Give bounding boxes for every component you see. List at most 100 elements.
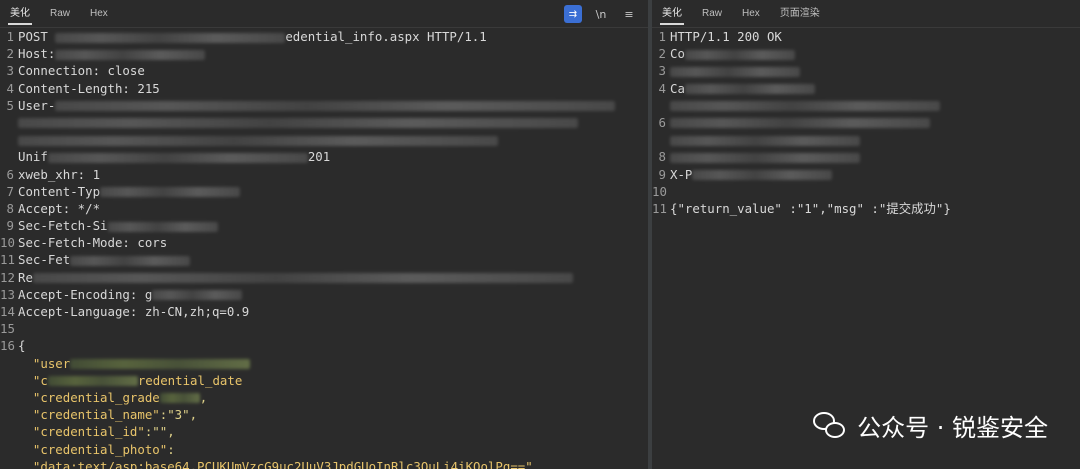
line-text: "c redential_date (14, 372, 242, 389)
code-line: "credential_id":"", (0, 423, 648, 440)
wechat-icon (813, 411, 847, 440)
line-text: xweb_xhr: 1 (14, 166, 100, 183)
line-number: 10 (0, 235, 15, 251)
code-line: 9 Sec-Fetch-Si (0, 217, 648, 234)
line-number: 10 (652, 183, 667, 199)
line-number: 3 (6, 63, 14, 79)
code-line: "credential_grade, (0, 389, 648, 406)
code-line: 5 User- (0, 97, 648, 114)
line-text: Host: (14, 45, 206, 62)
line-text: Accept: */* (14, 200, 100, 217)
line-number: 14 (0, 304, 15, 319)
text-span: Ca (670, 80, 685, 96)
line-text: "credential_id":"", (14, 423, 175, 440)
line-number: 3 (658, 63, 666, 79)
redacted-blur (47, 376, 138, 387)
redacted-blur (159, 393, 200, 404)
text-span: Re (18, 269, 33, 285)
line-text: Sec-Fetch-Mode: cors (14, 234, 167, 251)
text-span: {"return_value" :"1","msg" :"提交成功"} (670, 200, 951, 216)
redacted-blur (55, 101, 616, 112)
text-span (18, 459, 33, 469)
code-line: 4 Content-Length: 215 (0, 80, 648, 97)
watermark-text: 公众号 · 锐鉴安全 (857, 414, 1048, 442)
redacted-blur (18, 135, 498, 146)
tab-pretty[interactable]: 美化 (0, 0, 40, 28)
text-span: : (167, 441, 175, 457)
request-toolbar: ⇉ \n ≡ (564, 0, 638, 28)
line-text (666, 183, 670, 200)
redacted-blur (70, 359, 251, 370)
code-line (652, 131, 1080, 148)
code-line: 9 X-P (652, 166, 1080, 183)
line-number: 7 (6, 183, 14, 199)
line-text (666, 62, 800, 79)
wrap-lines-icon[interactable]: ⇉ (564, 5, 582, 23)
text-span: edential_info.aspx HTTP/1.1 (285, 29, 487, 44)
response-tabbar: 美化 Raw Hex 页面渲染 (652, 0, 1080, 28)
line-text: Accept-Encoding: g (14, 286, 243, 303)
tab-render[interactable]: 页面渲染 (770, 0, 830, 28)
line-number (652, 131, 666, 148)
text-span (18, 407, 33, 422)
tab-hex[interactable]: Hex (80, 0, 118, 28)
text-span: Content-Length: 215 (18, 80, 160, 96)
redacted-blur (70, 255, 191, 266)
text-span: :"", (144, 424, 175, 440)
line-number (0, 458, 14, 469)
text-span (18, 424, 33, 439)
redacted-blur (100, 187, 241, 198)
code-line: 3 (652, 62, 1080, 79)
redacted-blur (32, 273, 573, 284)
code-line: Unif 201 (0, 148, 648, 165)
text-span: "credential_grade (32, 389, 160, 405)
text-span (18, 356, 33, 371)
line-number: 9 (6, 218, 14, 234)
redacted-blur (684, 84, 815, 95)
line-number (0, 389, 14, 406)
line-number: 4 (6, 80, 14, 96)
tab-raw[interactable]: Raw (40, 0, 80, 28)
line-text: Co (666, 45, 795, 62)
line-text: Content-Typ (14, 183, 241, 200)
code-line: "credential_name":"3", (0, 406, 648, 423)
text-span: POST (18, 29, 56, 44)
line-number (0, 423, 14, 440)
redacted-blur (55, 49, 206, 60)
redacted-blur (670, 118, 930, 129)
text-span: xweb_xhr: 1 (18, 166, 101, 182)
redacted-blur (152, 290, 243, 301)
tab-pretty[interactable]: 美化 (652, 0, 692, 28)
text-span (18, 390, 33, 405)
line-text: Sec-Fet (14, 251, 191, 268)
code-line (0, 114, 648, 131)
text-span: Host: (18, 46, 56, 62)
menu-icon[interactable]: ≡ (620, 5, 638, 23)
text-span (18, 442, 33, 457)
code-line: 11 Sec-Fet (0, 251, 648, 268)
tab-raw[interactable]: Raw (692, 0, 732, 28)
response-editor[interactable]: 1 HTTP/1.1 200 OK 2 Co 3 4 Ca 6 8 9 X-P 10 11 {"retur… (652, 28, 1080, 217)
redacted-blur (692, 170, 833, 180)
line-text: Unif 201 (14, 148, 330, 165)
code-line: "c redential_date (0, 372, 648, 389)
watermark: 公众号 · 锐鉴安全 (813, 408, 1048, 443)
code-line: 2 Co (652, 45, 1080, 62)
text-span: X-P (670, 166, 693, 182)
redacted-blur (670, 152, 860, 163)
code-line: 1 POST edential_info.aspx HTTP/1.1 (0, 28, 648, 45)
tab-hex[interactable]: Hex (732, 0, 770, 28)
line-number: 1 (6, 29, 14, 44)
line-number: 11 (652, 200, 667, 216)
code-line: 14 Accept-Language: zh-CN,zh;q=0.9 (0, 303, 648, 320)
code-line: 4 Ca (652, 80, 1080, 97)
line-text (666, 148, 860, 165)
code-line: 8 (652, 148, 1080, 165)
line-text (14, 131, 498, 148)
redacted-blur (670, 66, 800, 77)
line-number: 15 (0, 321, 15, 337)
show-newlines-icon[interactable]: \n (592, 5, 610, 23)
text-span: "credential_id" (32, 424, 145, 440)
request-editor[interactable]: 1 POST edential_info.aspx HTTP/1.1 2 Host: 3… (0, 28, 648, 469)
code-line: "user (0, 355, 648, 372)
